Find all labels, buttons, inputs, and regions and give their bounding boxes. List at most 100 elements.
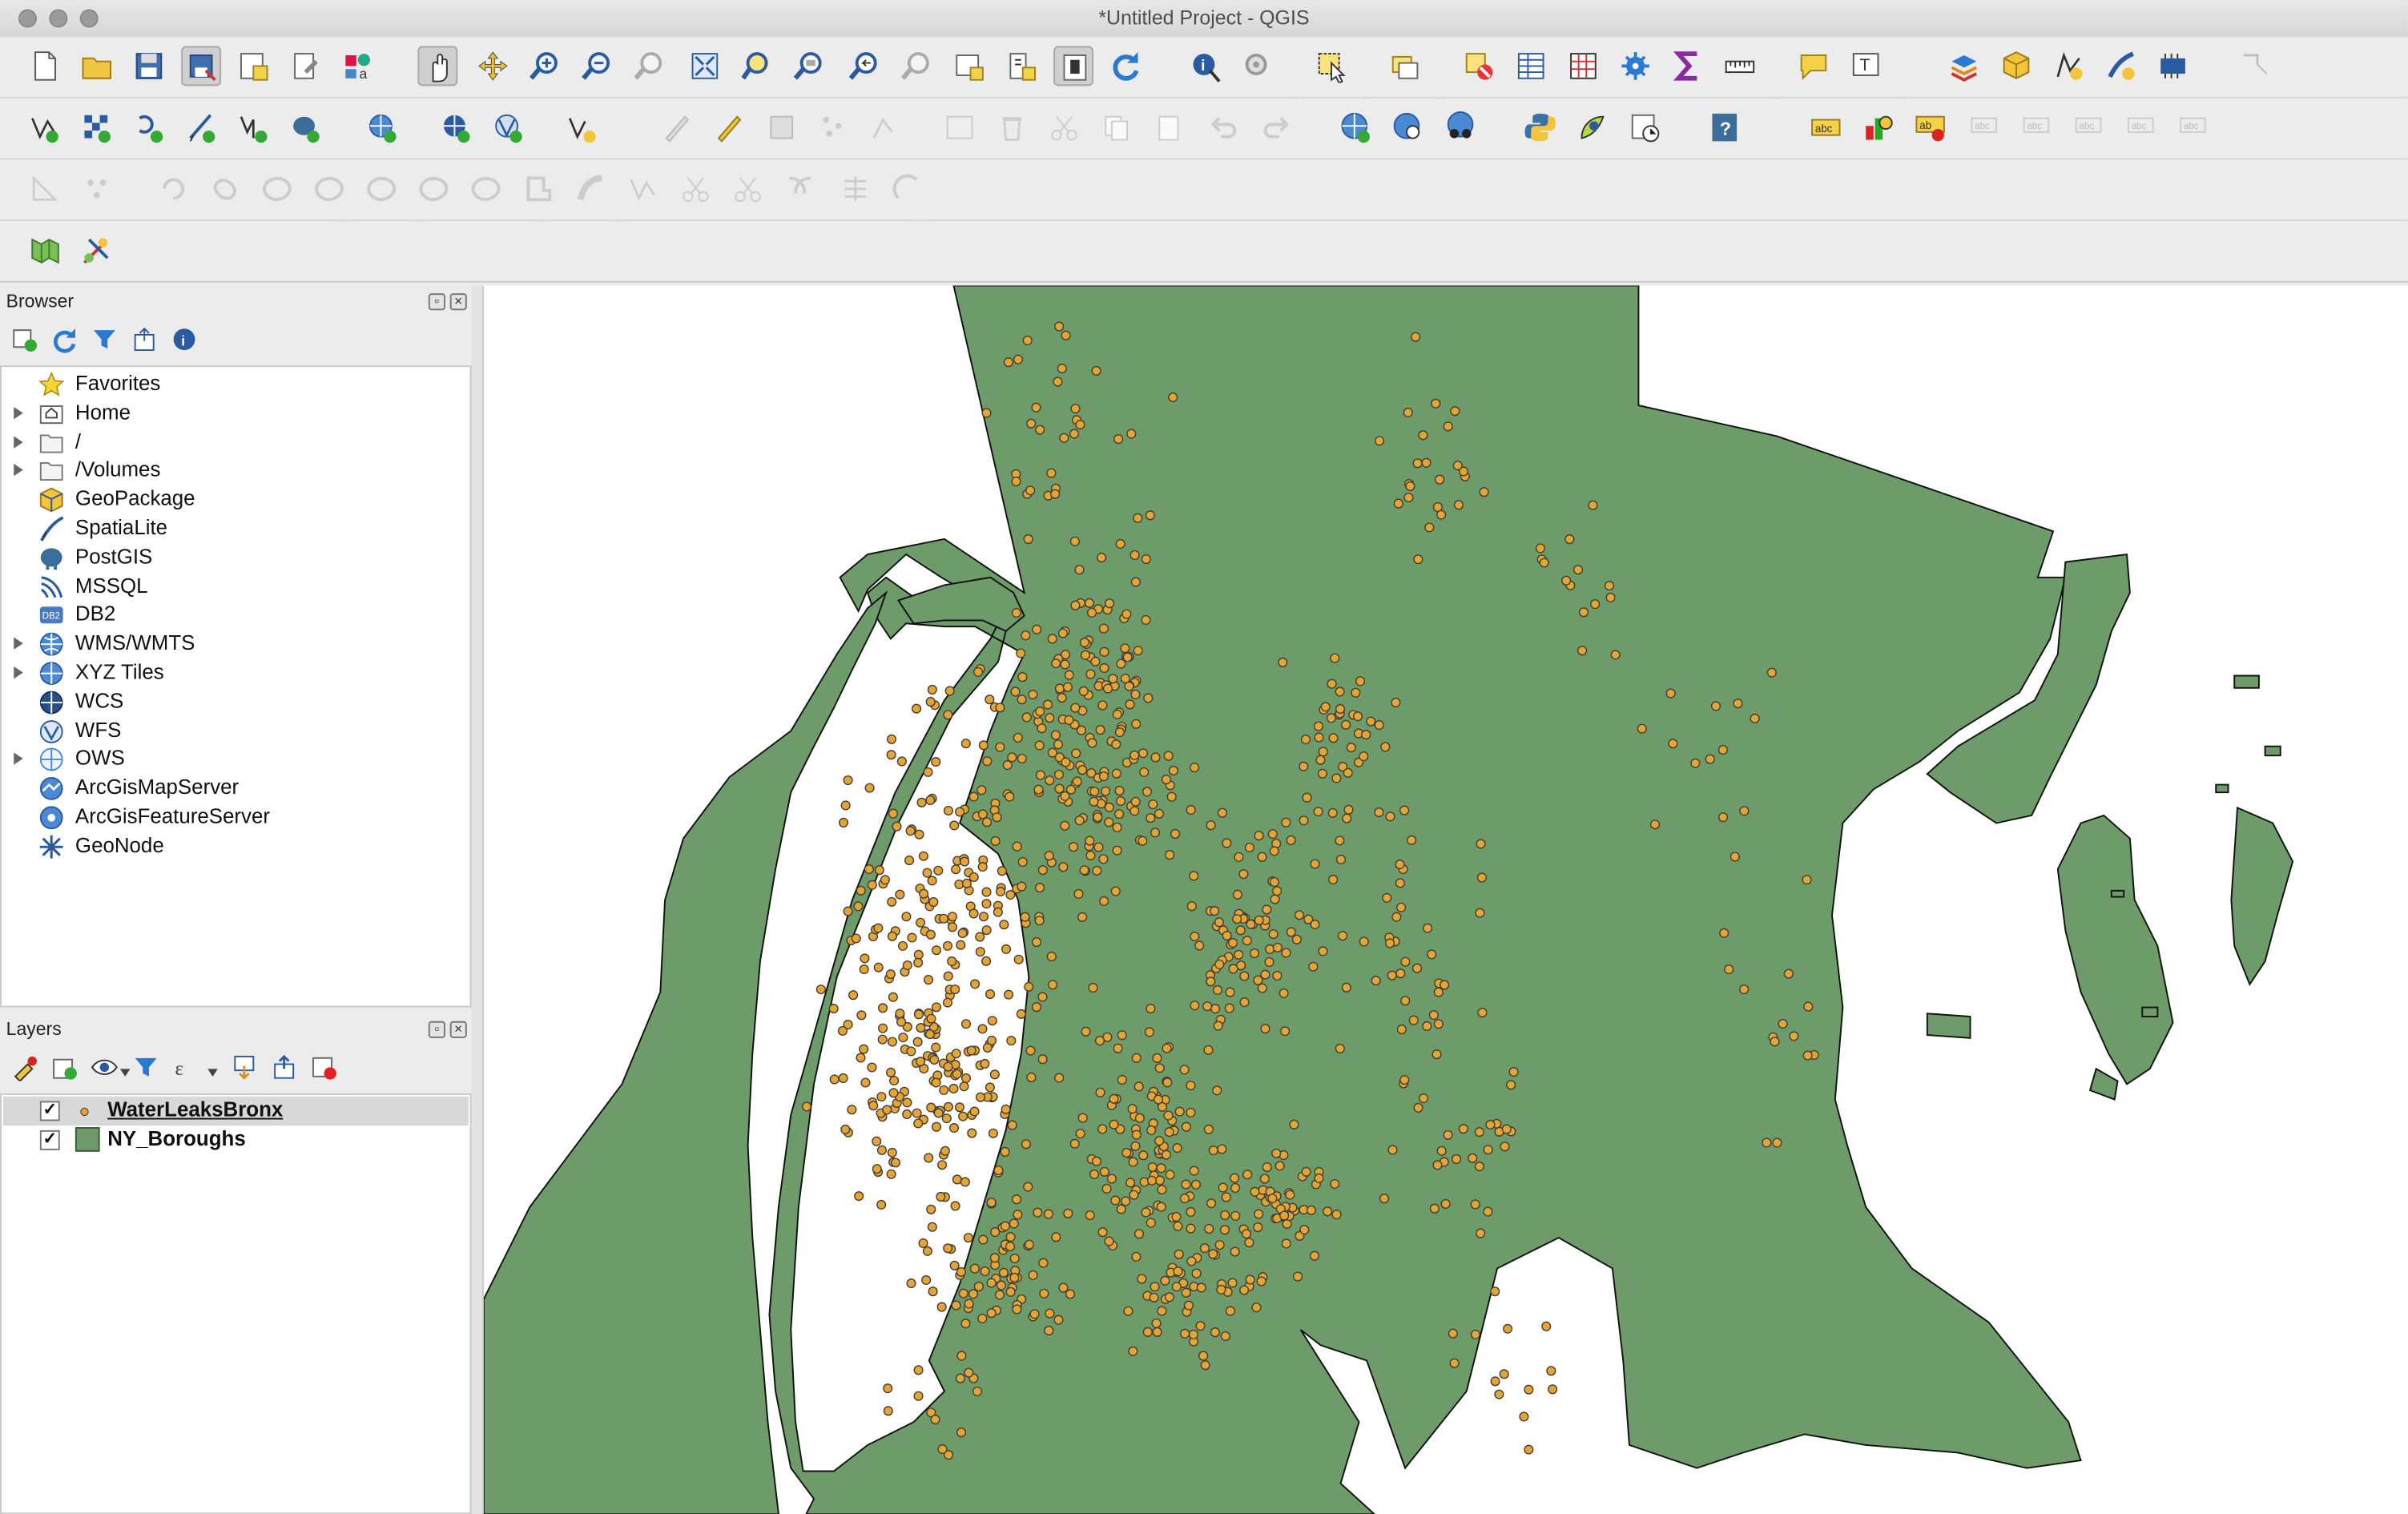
- offset-curve-button[interactable]: [571, 169, 611, 209]
- filter-icon[interactable]: [91, 325, 119, 353]
- merge-attributes-button[interactable]: [780, 169, 820, 209]
- browser-item-favorites[interactable]: Favorites: [2, 370, 470, 399]
- save-layer-edits-button[interactable]: [762, 107, 802, 147]
- measure-line-button[interactable]: [1720, 46, 1760, 87]
- rotate-feature-button[interactable]: [154, 169, 194, 209]
- collapse-all-icon[interactable]: [131, 325, 159, 353]
- open-project-button[interactable]: [77, 46, 117, 87]
- add-part-button[interactable]: [310, 169, 350, 209]
- layer-visibility-checkbox[interactable]: ✓: [39, 1129, 60, 1150]
- add-delimited-text-button[interactable]: [181, 107, 221, 147]
- browser-item-xyz-tiles[interactable]: XYZ Tiles: [2, 658, 470, 687]
- delete-part-button[interactable]: [467, 169, 507, 209]
- browser-item-mssql[interactable]: MSSQL: [2, 572, 470, 601]
- close-panel-button[interactable]: ×: [449, 293, 467, 311]
- python-console-button[interactable]: [1520, 107, 1560, 147]
- new-print-layout-button[interactable]: [233, 46, 273, 87]
- add-wcs-layer-button[interactable]: [436, 107, 476, 147]
- offset-point-symbols-button[interactable]: [888, 169, 928, 209]
- data-source-manager-button[interactable]: [1944, 46, 1984, 87]
- select-by-value-button[interactable]: [1385, 46, 1425, 87]
- metasearch-search-button[interactable]: [1388, 107, 1428, 147]
- add-raster-layer-button[interactable]: [77, 107, 117, 147]
- fill-ring-button[interactable]: [362, 169, 402, 209]
- change-label-button[interactable]: abc: [2174, 107, 2214, 147]
- rotate-label-button[interactable]: abc: [2122, 107, 2162, 147]
- filter-legend-icon[interactable]: [132, 1053, 160, 1081]
- redo-button[interactable]: [1256, 107, 1296, 147]
- browser-item-geonode[interactable]: GeoNode: [2, 832, 470, 861]
- expand-arrow-icon[interactable]: [14, 435, 23, 448]
- save-as-button[interactable]: [181, 46, 222, 87]
- plugin-map-button[interactable]: [25, 231, 65, 271]
- field-calculator-button[interactable]: [1564, 46, 1604, 87]
- refresh-button[interactable]: [1105, 46, 1146, 87]
- copy-features-button[interactable]: [1097, 107, 1137, 147]
- split-parts-button[interactable]: [623, 169, 663, 209]
- expand-arrow-icon[interactable]: [14, 637, 23, 650]
- processing-toolbox-button[interactable]: [1616, 46, 1656, 87]
- reshape-features-button[interactable]: [519, 169, 559, 209]
- new-geopackage-layer-button[interactable]: [1996, 46, 2036, 87]
- zoom-to-layer-button[interactable]: [789, 46, 829, 87]
- expand-arrow-icon[interactable]: [14, 406, 23, 419]
- new-project-button[interactable]: [25, 46, 65, 87]
- expand-arrow-icon[interactable]: [14, 464, 23, 477]
- pin-labels-button[interactable]: ab: [1911, 107, 1951, 147]
- temporal-controller-button[interactable]: [1001, 46, 1041, 87]
- panel-splitter[interactable]: [471, 285, 482, 1514]
- layout-manager-button[interactable]: [286, 46, 326, 87]
- move-feature-button[interactable]: [77, 169, 117, 209]
- map-tips-bubble-button[interactable]: [1794, 46, 1834, 87]
- zoom-full-button[interactable]: [685, 46, 725, 87]
- new-shapefile-layer-button[interactable]: [2048, 46, 2088, 87]
- split-features-button[interactable]: [675, 169, 715, 209]
- add-postgis-layer-button[interactable]: [286, 107, 326, 147]
- style-manager-button[interactable]: a: [338, 46, 378, 87]
- browser-item-postgis[interactable]: PostGIS: [2, 543, 470, 572]
- add-ring-button[interactable]: [258, 169, 298, 209]
- add-vector-layer-button[interactable]: [25, 107, 65, 147]
- manage-visibility-eye-icon[interactable]: [91, 1053, 119, 1081]
- metasearch-binoculars-button[interactable]: [1440, 107, 1480, 147]
- new-spatialite-layer-button[interactable]: [2100, 46, 2140, 87]
- float-panel-button[interactable]: ▫: [428, 1021, 445, 1038]
- open-attribute-table-button[interactable]: [1511, 46, 1551, 87]
- collapse-all-icon[interactable]: [270, 1053, 298, 1081]
- text-annotation-button[interactable]: T: [1846, 46, 1886, 87]
- add-group-icon[interactable]: [50, 1053, 79, 1081]
- simplify-feature-button[interactable]: [206, 169, 246, 209]
- modify-attributes-button[interactable]: [940, 107, 980, 147]
- diagram-options-button[interactable]: [1858, 107, 1899, 147]
- select-features-button[interactable]: [1311, 46, 1351, 87]
- browser-item-geopackage[interactable]: GeoPackage: [2, 485, 470, 514]
- metasearch-button[interactable]: [1336, 107, 1376, 147]
- new-map-view-button[interactable]: [949, 46, 989, 87]
- identify-features-button[interactable]: i: [1186, 46, 1226, 87]
- remove-layer-icon[interactable]: [310, 1053, 338, 1081]
- new-temporary-layer-button[interactable]: [2153, 46, 2193, 87]
- rotate-point-symbols-button[interactable]: [836, 169, 876, 209]
- highlight-pinned-labels-button[interactable]: abc: [1966, 107, 2006, 147]
- refresh-icon[interactable]: [50, 325, 79, 353]
- toggle-editing-button[interactable]: [710, 107, 750, 147]
- browser-item-root[interactable]: /: [2, 428, 470, 457]
- merge-features-button[interactable]: [728, 169, 768, 209]
- current-edits-button[interactable]: [657, 107, 697, 147]
- vertex-tool-button[interactable]: [866, 107, 906, 147]
- delete-selected-button[interactable]: [992, 107, 1032, 147]
- add-point-feature-button[interactable]: [814, 107, 854, 147]
- expand-arrow-icon[interactable]: [14, 666, 23, 679]
- layer-visibility-checkbox[interactable]: ✓: [39, 1101, 60, 1121]
- show-hide-labels-button[interactable]: abc: [2018, 107, 2058, 147]
- browser-item-db2[interactable]: DB2 DB2: [2, 601, 470, 630]
- layer-row-ny-boroughs[interactable]: ✓ NY_Boroughs: [3, 1125, 469, 1154]
- map-svg[interactable]: [483, 285, 2408, 1514]
- deselect-all-button[interactable]: [1459, 46, 1499, 87]
- browser-item-arcgismapserver[interactable]: ArcGisMapServer: [2, 775, 470, 803]
- browser-item-ows[interactable]: OWS: [2, 745, 470, 774]
- browser-item-wcs[interactable]: WCS: [2, 687, 470, 716]
- help-contents-button[interactable]: ?: [1705, 107, 1745, 147]
- statistics-summary-button[interactable]: [1668, 46, 1708, 87]
- expand-arrow-icon[interactable]: [14, 753, 23, 766]
